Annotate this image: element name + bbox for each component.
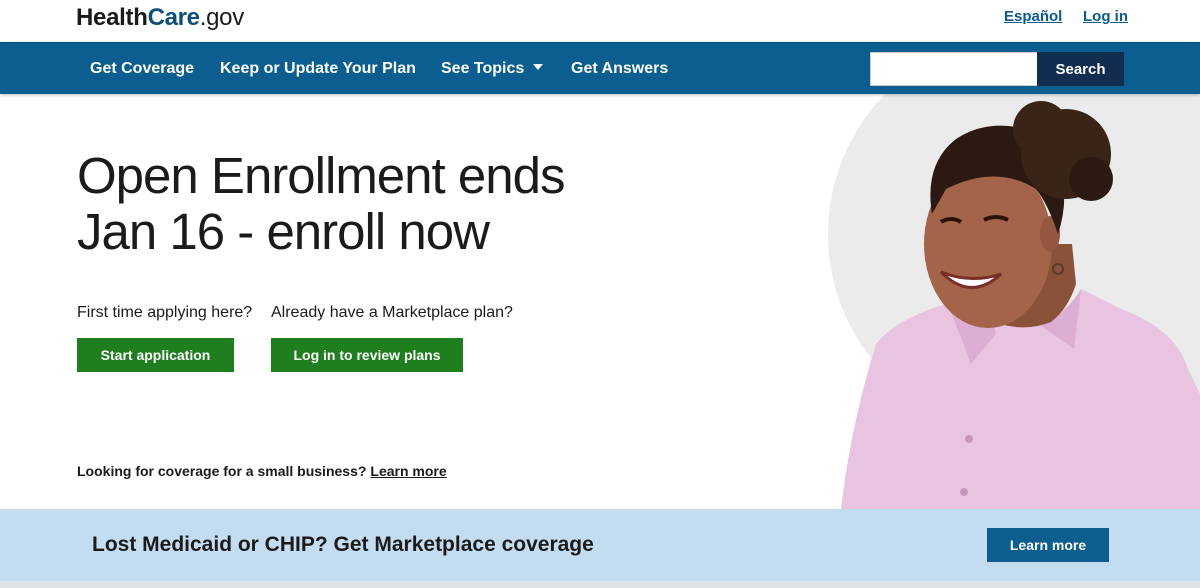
nav-item-keep-update-plan[interactable]: Keep or Update Your Plan	[220, 60, 416, 78]
healthcare-gov-homepage: HealthCare.gov Español Log in Get Covera…	[0, 0, 1200, 588]
woman-smiling-photo	[841, 101, 1200, 509]
healthcare-gov-logo[interactable]: HealthCare.gov	[76, 4, 244, 32]
photo-shirt-button	[960, 488, 968, 496]
login-review-plans-button[interactable]: Log in to review plans	[271, 338, 463, 372]
first-time-question: First time applying here?	[77, 304, 253, 321]
chevron-down-icon	[533, 64, 544, 70]
nav-item-get-coverage[interactable]: Get Coverage	[90, 60, 194, 78]
search-input[interactable]	[870, 52, 1038, 86]
nav-item-get-answers[interactable]: Get Answers	[571, 60, 668, 78]
logo-part-care: Care	[147, 4, 200, 31]
photo-hair-bun	[1013, 101, 1069, 157]
small-business-text: Looking for coverage for a small busines…	[77, 463, 367, 479]
photo-hair-bun	[1069, 157, 1113, 201]
banner-learn-more-button[interactable]: Learn more	[987, 528, 1109, 562]
main-nav: Get Coverage Keep or Update Your Plan Se…	[0, 42, 1200, 94]
photo-shirt-button	[965, 435, 973, 443]
headline-line-1: Open Enrollment ends	[77, 147, 565, 204]
login-link[interactable]: Log in	[1083, 8, 1128, 25]
start-application-button[interactable]: Start application	[77, 338, 234, 372]
page-title: Open Enrollment ends Jan 16 - enroll now	[77, 148, 697, 260]
search-button[interactable]: Search	[1037, 52, 1124, 86]
headline-line-2: Jan 16 - enroll now	[77, 203, 490, 260]
bottom-divider	[0, 581, 1200, 588]
logo-part-health: Health	[76, 4, 148, 31]
hero-section: Open Enrollment ends Jan 16 - enroll now…	[0, 94, 1200, 509]
medicaid-chip-banner: Lost Medicaid or CHIP? Get Marketplace c…	[0, 509, 1200, 581]
small-business-learn-more-link[interactable]: Learn more	[370, 463, 446, 479]
banner-message: Lost Medicaid or CHIP? Get Marketplace c…	[92, 533, 594, 556]
top-header: HealthCare.gov Español Log in	[0, 0, 1200, 42]
nav-item-see-topics[interactable]: See Topics	[441, 60, 544, 78]
espanol-link[interactable]: Español	[1004, 8, 1062, 25]
nav-item-see-topics-label: See Topics	[441, 60, 525, 77]
logo-part-gov: .gov	[199, 4, 244, 31]
small-business-prompt: Looking for coverage for a small busines…	[77, 463, 447, 479]
existing-plan-question: Already have a Marketplace plan?	[271, 304, 513, 321]
